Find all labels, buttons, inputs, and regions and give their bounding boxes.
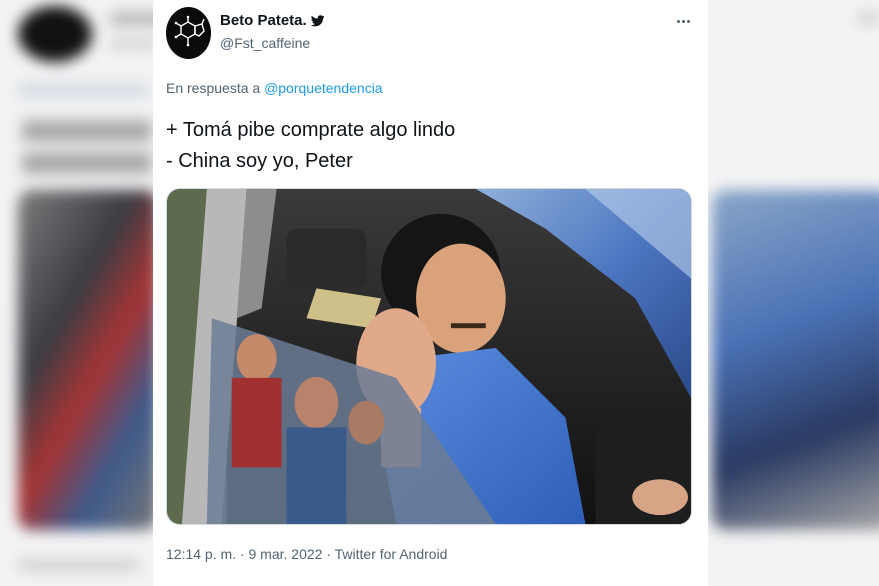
dot (686, 19, 690, 23)
blurred-photo-right (712, 190, 879, 530)
photo-illustration (167, 189, 691, 524)
tweet-text-line: + Tomá pibe comprate algo lindo (166, 119, 456, 141)
tweet-text: + Tomá pibe comprate algo lindo - China … (166, 115, 455, 177)
blurred-photo-left (18, 190, 158, 530)
reply-prefix: En respuesta a (166, 80, 261, 96)
tweet-meta: 12:14 p. m. · 9 mar. 2022 · Twitter for … (166, 546, 447, 562)
dot (681, 19, 685, 23)
blurred-footer (18, 560, 138, 570)
meta-separator: · (322, 546, 335, 562)
reply-mention-link[interactable]: @porquetendencia (264, 80, 383, 96)
tweet-source: Twitter for Android (334, 546, 448, 562)
more-dots-icon[interactable] (673, 12, 693, 30)
tweet-date-link[interactable]: 9 mar. 2022 (249, 546, 323, 562)
dot (676, 19, 680, 23)
caffeine-molecule-graphic (174, 15, 205, 47)
blurred-avatar (18, 6, 92, 62)
blurred-text-line (22, 120, 152, 142)
tweet-card: Beto Pateta. @Fst_caffeine En respuesta … (153, 0, 708, 586)
reply-context: En respuesta a @porquetendencia (166, 80, 383, 96)
author-name-row[interactable]: Beto Pateta. (220, 12, 325, 29)
meta-separator: · (236, 546, 249, 562)
display-name[interactable]: Beto Pateta. (220, 12, 307, 29)
blurred-text-line (22, 152, 152, 174)
tweet-photo[interactable] (166, 188, 692, 525)
tweet-text-line: - China soy yo, Peter (166, 150, 353, 172)
blurred-more-dots (858, 14, 878, 22)
twitter-bird-icon (310, 14, 325, 26)
blurred-reply-line (18, 84, 148, 96)
author-handle[interactable]: @Fst_caffeine (220, 35, 310, 51)
tweet-time-link[interactable]: 12:14 p. m. (166, 546, 236, 562)
blurred-handle (110, 38, 158, 48)
caffeine-molecule-icon[interactable] (166, 7, 211, 59)
